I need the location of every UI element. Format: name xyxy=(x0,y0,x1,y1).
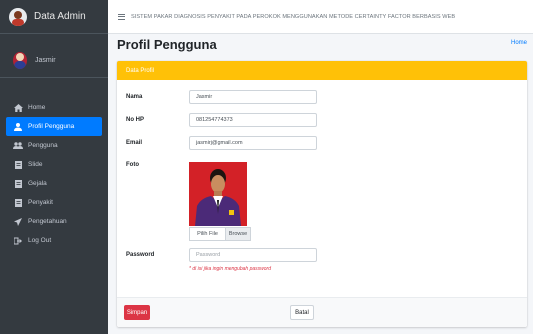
file-icon xyxy=(13,179,23,189)
sidebar-item-label: Gejala xyxy=(28,180,47,187)
form-row-nama: Nama Jasmir xyxy=(126,90,317,104)
profile-photo xyxy=(189,162,247,226)
card-title: Data Profil xyxy=(126,67,155,74)
sidebar-item-pengetahuan[interactable]: Pengetahuan xyxy=(6,212,102,231)
sidebar-item-gejala[interactable]: Gejala xyxy=(6,174,102,193)
nama-label: Nama xyxy=(126,94,143,100)
brand[interactable]: Data Admin xyxy=(0,0,108,34)
breadcrumb-home[interactable]: Home xyxy=(511,40,527,46)
nama-field[interactable]: Jasmir xyxy=(189,90,317,104)
user-panel[interactable]: Jasmir xyxy=(0,44,108,78)
sidebar-nav: Home Profil Pengguna Pengguna Slide Geja… xyxy=(0,98,108,250)
password-hint: * di isi jika ingin mengubah password xyxy=(189,266,271,272)
choose-file-label[interactable]: Pilih File xyxy=(190,228,225,240)
foto-label: Foto xyxy=(126,162,139,168)
user-name: Jasmir xyxy=(35,57,56,64)
sidebar-item-penyakit[interactable]: Penyakit xyxy=(6,193,102,212)
password-input[interactable]: Password xyxy=(189,248,317,262)
email-field[interactable]: jasmirj@gmail.com xyxy=(189,136,317,150)
email-label: Email xyxy=(126,140,143,146)
sidebar-item-label: Slide xyxy=(28,161,43,168)
user-icon xyxy=(13,122,23,132)
menu-toggle-icon[interactable] xyxy=(118,13,125,20)
sign-out-icon xyxy=(13,236,23,246)
sidebar-item-home[interactable]: Home xyxy=(6,98,102,117)
sidebar-item-label: Home xyxy=(28,104,46,111)
file-input[interactable]: Pilih File Browse xyxy=(189,227,251,241)
nohp-label: No HP xyxy=(126,117,144,123)
photo-upload: Pilih File Browse xyxy=(189,162,251,241)
profile-card: Data Profil Nama Jasmir No HP 0812547743… xyxy=(117,61,527,327)
sidebar-item-profil-pengguna[interactable]: Profil Pengguna xyxy=(6,117,102,136)
cancel-button[interactable]: Batal xyxy=(290,305,314,320)
sidebar: Data Admin Jasmir Home Profil Pengguna P… xyxy=(0,0,108,334)
app-title: SISTEM PAKAR DIAGNOSIS PENYAKIT PADA PER… xyxy=(131,13,456,20)
home-icon xyxy=(13,103,23,113)
sidebar-item-label: Pengetahuan xyxy=(28,218,67,225)
sidebar-item-label: Pengguna xyxy=(28,142,58,149)
users-icon xyxy=(13,141,23,151)
form-row-nohp: No HP 081254774373 xyxy=(126,113,317,127)
sidebar-item-log-out[interactable]: Log Out xyxy=(6,231,102,250)
password-label: Password xyxy=(126,252,155,258)
sidebar-item-label: Log Out xyxy=(28,237,52,244)
sidebar-item-label: Penyakit xyxy=(28,199,53,206)
top-navbar: SISTEM PAKAR DIAGNOSIS PENYAKIT PADA PER… xyxy=(108,0,533,34)
page-title: Profil Pengguna xyxy=(117,37,217,52)
card-footer: Simpan Batal xyxy=(117,297,527,327)
form-row-email: Email jasmirj@gmail.com xyxy=(126,136,317,150)
form-row-foto: Foto Pilih File Browse xyxy=(126,162,251,241)
card-header: Data Profil xyxy=(117,61,527,80)
avatar xyxy=(13,52,27,69)
nohp-field[interactable]: 081254774373 xyxy=(189,113,317,127)
browse-button[interactable]: Browse xyxy=(225,228,250,240)
file-icon xyxy=(13,198,23,208)
brand-name: Data Admin xyxy=(34,11,86,22)
sidebar-item-slide[interactable]: Slide xyxy=(6,155,102,174)
sidebar-item-label: Profil Pengguna xyxy=(28,123,75,130)
form-row-password: Password Password xyxy=(126,248,317,262)
sidebar-item-pengguna[interactable]: Pengguna xyxy=(6,136,102,155)
save-button[interactable]: Simpan xyxy=(124,305,150,320)
file-icon xyxy=(13,160,23,170)
brand-logo-icon xyxy=(9,7,27,26)
paper-plane-icon xyxy=(13,217,23,227)
